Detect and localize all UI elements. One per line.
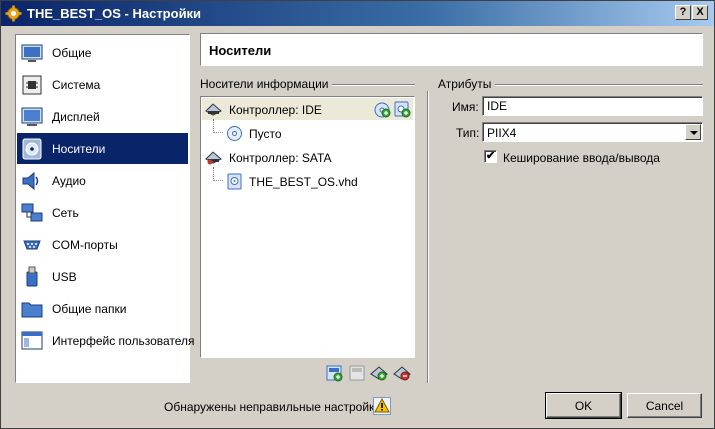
- invalid-settings-message: Обнаружены неправильные настройки: [164, 400, 382, 414]
- name-input[interactable]: [482, 96, 703, 116]
- add-hard-disk-icon[interactable]: [393, 100, 411, 118]
- tree-item-empty-drive[interactable]: Пусто: [202, 122, 413, 144]
- sidebar-item-system[interactable]: Система: [17, 69, 188, 100]
- io-cache-checkbox[interactable]: ✔: [484, 150, 497, 163]
- title-bar[interactable]: THE_BEST_OS - Настройки ? X: [1, 1, 714, 26]
- usb-icon: [26, 266, 38, 287]
- panel-divider: [427, 91, 429, 383]
- sidebar-item-label: Система: [52, 78, 101, 92]
- sidebar-item-display[interactable]: Дисплей: [17, 101, 188, 132]
- sata-controller-icon: [205, 151, 222, 165]
- audio-icon: [22, 171, 39, 191]
- tree-item-label: Контроллер: IDE: [229, 103, 322, 117]
- optical-disc-icon: [227, 126, 242, 141]
- attributes-group-label: Атрибуты: [438, 77, 496, 91]
- settings-sidebar: Общие Система Дисплей Носители Аудио Сет…: [15, 34, 195, 383]
- sidebar-item-general[interactable]: Общие: [17, 37, 188, 68]
- tree-item-sata-controller[interactable]: Контроллер: SATA: [202, 146, 413, 168]
- sidebar-item-audio[interactable]: Аудио: [17, 165, 188, 196]
- ok-button[interactable]: OK: [545, 392, 622, 419]
- remove-attachment-icon[interactable]: [393, 364, 411, 382]
- io-cache-label[interactable]: Кеширование ввода/вывода: [503, 151, 660, 165]
- tree-item-label: Контроллер: SATA: [229, 151, 332, 165]
- help-button[interactable]: ?: [675, 5, 691, 20]
- ide-controller-icon: [205, 103, 222, 116]
- storage-icon: [22, 138, 42, 160]
- type-label: Тип:: [456, 126, 480, 140]
- tree-item-label: THE_BEST_OS.vhd: [249, 175, 358, 189]
- type-select[interactable]: PIIX4: [482, 122, 703, 142]
- network-icon: [21, 203, 43, 222]
- add-attachment-icon[interactable]: [370, 364, 388, 382]
- virtualbox-gear-icon: [5, 5, 22, 22]
- name-label: Имя:: [452, 100, 479, 114]
- add-cd-dvd-icon[interactable]: [373, 100, 391, 118]
- checkmark-icon: ✔: [486, 150, 496, 162]
- window-title: THE_BEST_OS - Настройки: [27, 6, 202, 21]
- sidebar-item-com-ports[interactable]: COM-порты: [17, 229, 188, 260]
- display-icon: [21, 107, 43, 126]
- page-header: Носители: [200, 33, 703, 66]
- system-icon: [22, 75, 42, 95]
- sidebar-item-label: Общие папки: [52, 302, 127, 316]
- sidebar-item-label: Общие: [52, 46, 92, 60]
- sidebar-item-label: Интерфейс пользователя: [52, 334, 195, 348]
- user-interface-icon: [21, 331, 43, 350]
- tree-item-hard-disk[interactable]: THE_BEST_OS.vhd: [202, 170, 413, 192]
- storage-group-label: Носители информации: [200, 77, 333, 91]
- remove-controller-icon[interactable]: [348, 364, 366, 382]
- sidebar-item-label: USB: [52, 270, 77, 284]
- sidebar-item-label: Носители: [52, 142, 106, 156]
- general-icon: [21, 44, 43, 62]
- sidebar-item-label: Сеть: [52, 206, 79, 220]
- shared-folders-icon: [21, 302, 43, 318]
- close-button[interactable]: X: [692, 5, 708, 20]
- tree-item-label: Пусто: [249, 127, 282, 141]
- sidebar-item-storage[interactable]: Носители: [17, 133, 188, 164]
- sidebar-item-shared-folders[interactable]: Общие папки: [17, 293, 188, 324]
- chevron-down-icon[interactable]: [685, 124, 701, 140]
- type-select-value: PIIX4: [487, 126, 517, 140]
- sidebar-item-label: Аудио: [52, 174, 86, 188]
- sidebar-item-label: COM-порты: [52, 238, 118, 252]
- cancel-button[interactable]: Cancel: [627, 393, 702, 418]
- page-title: Носители: [209, 43, 272, 58]
- warning-icon[interactable]: [373, 397, 391, 415]
- tree-item-ide-controller[interactable]: Контроллер: IDE: [202, 98, 413, 120]
- add-controller-icon[interactable]: [325, 364, 343, 382]
- sidebar-item-usb[interactable]: USB: [17, 261, 188, 292]
- settings-window: THE_BEST_OS - Настройки ? X Общие Систем…: [0, 0, 715, 429]
- storage-tree[interactable]: Контроллер: IDE Пусто Контроллер: SATA T…: [200, 96, 415, 358]
- sidebar-item-network[interactable]: Сеть: [17, 197, 188, 228]
- sidebar-item-user-interface[interactable]: Интерфейс пользователя: [17, 325, 195, 356]
- serial-ports-icon: [23, 240, 41, 250]
- sidebar-item-label: Дисплей: [52, 110, 100, 124]
- hard-disk-icon: [227, 173, 242, 190]
